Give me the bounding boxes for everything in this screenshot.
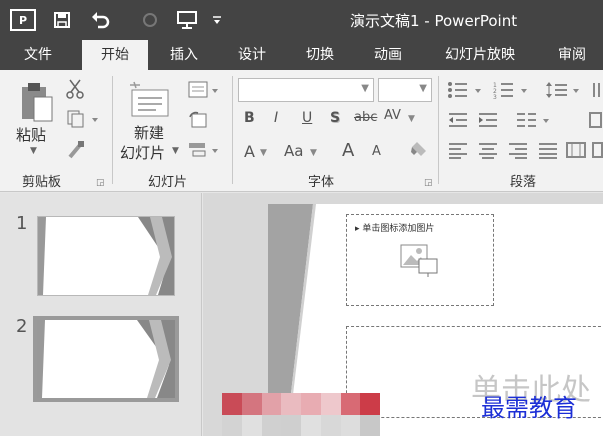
divider <box>232 76 233 184</box>
paste-icon[interactable] <box>16 80 56 124</box>
tab-review[interactable]: 审阅 <box>546 40 598 70</box>
tab-design[interactable]: 设计 <box>224 40 280 70</box>
underline-button[interactable]: U <box>302 110 312 126</box>
chevron-down-icon[interactable]: ▼ <box>310 148 317 158</box>
columns-icon[interactable] <box>514 110 554 130</box>
slides-group-label: 幻灯片 <box>148 175 188 190</box>
new-slide-icon[interactable] <box>128 78 172 122</box>
paste-dropdown-icon[interactable]: ▼ <box>30 146 37 156</box>
undo-icon[interactable] <box>88 8 112 32</box>
picture-placeholder[interactable]: ▸ 单击图标添加图片 <box>346 214 494 306</box>
font-group-label: 字体 <box>308 175 335 190</box>
font-color-button[interactable]: A <box>244 142 255 161</box>
slide-number: 2 <box>16 316 28 337</box>
ribbon-home: 粘贴 ▼ 剪贴板 ◲ 新建 幻灯片 ▼ 幻灯片 ▼ ▼ B I U S abc … <box>0 70 603 192</box>
chevron-down-icon[interactable]: ▼ <box>419 83 427 94</box>
smartart-icon[interactable] <box>592 140 603 160</box>
numbering-icon[interactable]: 123 <box>492 80 532 100</box>
new-slide-dropdown-icon[interactable]: ▼ <box>172 146 179 156</box>
cut-icon[interactable] <box>64 78 86 100</box>
copy-icon[interactable] <box>64 108 102 130</box>
align-left-icon[interactable] <box>446 140 470 160</box>
distributed-icon[interactable] <box>564 140 588 160</box>
new-slide-label[interactable]: 新建 <box>134 122 164 143</box>
slide-thumbnail-pane[interactable]: 1 2 <box>0 193 202 436</box>
tab-insert[interactable]: 插入 <box>156 40 212 70</box>
tab-file[interactable]: 文件 <box>8 40 68 70</box>
change-case-button[interactable]: Aa <box>284 142 303 160</box>
align-text-icon[interactable] <box>588 110 603 130</box>
text-direction-icon[interactable] <box>592 80 603 100</box>
redo-icon[interactable] <box>138 8 162 32</box>
slide-number: 1 <box>16 213 28 234</box>
customize-icon[interactable] <box>210 8 224 32</box>
increase-indent-icon[interactable] <box>476 110 500 130</box>
align-center-icon[interactable] <box>476 140 500 160</box>
shrink-font-button[interactable]: A <box>372 144 381 159</box>
tab-transitions[interactable]: 切换 <box>292 40 348 70</box>
clipboard-group-label: 剪贴板 <box>22 175 62 190</box>
font-name-combo[interactable]: ▼ <box>238 78 374 102</box>
section-icon[interactable] <box>186 140 222 160</box>
reset-icon[interactable] <box>186 110 210 130</box>
clipboard-launcher-icon[interactable]: ◲ <box>96 178 105 188</box>
chevron-down-icon[interactable]: ▼ <box>361 83 369 94</box>
strikethrough-button[interactable]: abc <box>354 110 377 125</box>
text-shadow-button[interactable]: S <box>330 110 340 126</box>
justify-icon[interactable] <box>536 140 560 160</box>
font-size-combo[interactable]: ▼ <box>378 78 432 102</box>
ribbon-tabs: 文件 开始 插入 设计 切换 动画 幻灯片放映 审阅 <box>0 40 603 70</box>
tab-home[interactable]: 开始 <box>82 40 148 70</box>
pixelated-region <box>222 393 380 436</box>
bold-button[interactable]: B <box>244 110 255 126</box>
save-icon[interactable] <box>50 8 74 32</box>
new-slide-label-line2[interactable]: 幻灯片 <box>120 142 165 163</box>
line-spacing-icon[interactable] <box>544 80 584 100</box>
divider <box>438 76 439 184</box>
grow-font-button[interactable]: A <box>342 140 354 161</box>
bullets-icon[interactable] <box>446 80 486 100</box>
character-spacing-button[interactable]: AV <box>384 108 401 123</box>
decrease-indent-icon[interactable] <box>446 110 470 130</box>
picture-icon[interactable] <box>399 243 439 285</box>
divider <box>112 76 113 184</box>
chevron-down-icon[interactable]: ▼ <box>260 148 267 158</box>
title-bar: P 演示文稿1 - PowerPoint <box>0 0 603 40</box>
layout-icon[interactable] <box>186 80 222 100</box>
svg-text:3: 3 <box>493 94 497 99</box>
tab-animations[interactable]: 动画 <box>360 40 416 70</box>
tab-slideshow[interactable]: 幻灯片放映 <box>430 40 530 70</box>
paste-label[interactable]: 粘贴 <box>16 124 46 145</box>
window-title: 演示文稿1 - PowerPoint <box>350 12 518 30</box>
presentation-icon[interactable] <box>174 8 200 32</box>
slide-thumbnail-selected[interactable] <box>33 316 179 402</box>
watermark-text: 最需教育 <box>481 394 577 422</box>
font-launcher-icon[interactable]: ◲ <box>424 178 433 188</box>
clear-formatting-icon[interactable] <box>408 138 430 160</box>
italic-button[interactable]: I <box>274 110 278 126</box>
powerpoint-logo: P <box>10 9 36 31</box>
picture-placeholder-text: ▸ 单击图标添加图片 <box>355 224 435 234</box>
format-painter-icon[interactable] <box>64 138 88 160</box>
chevron-down-icon[interactable]: ▼ <box>408 114 415 124</box>
slide-thumbnail[interactable] <box>37 216 175 296</box>
align-right-icon[interactable] <box>506 140 530 160</box>
paragraph-group-label: 段落 <box>510 175 537 190</box>
